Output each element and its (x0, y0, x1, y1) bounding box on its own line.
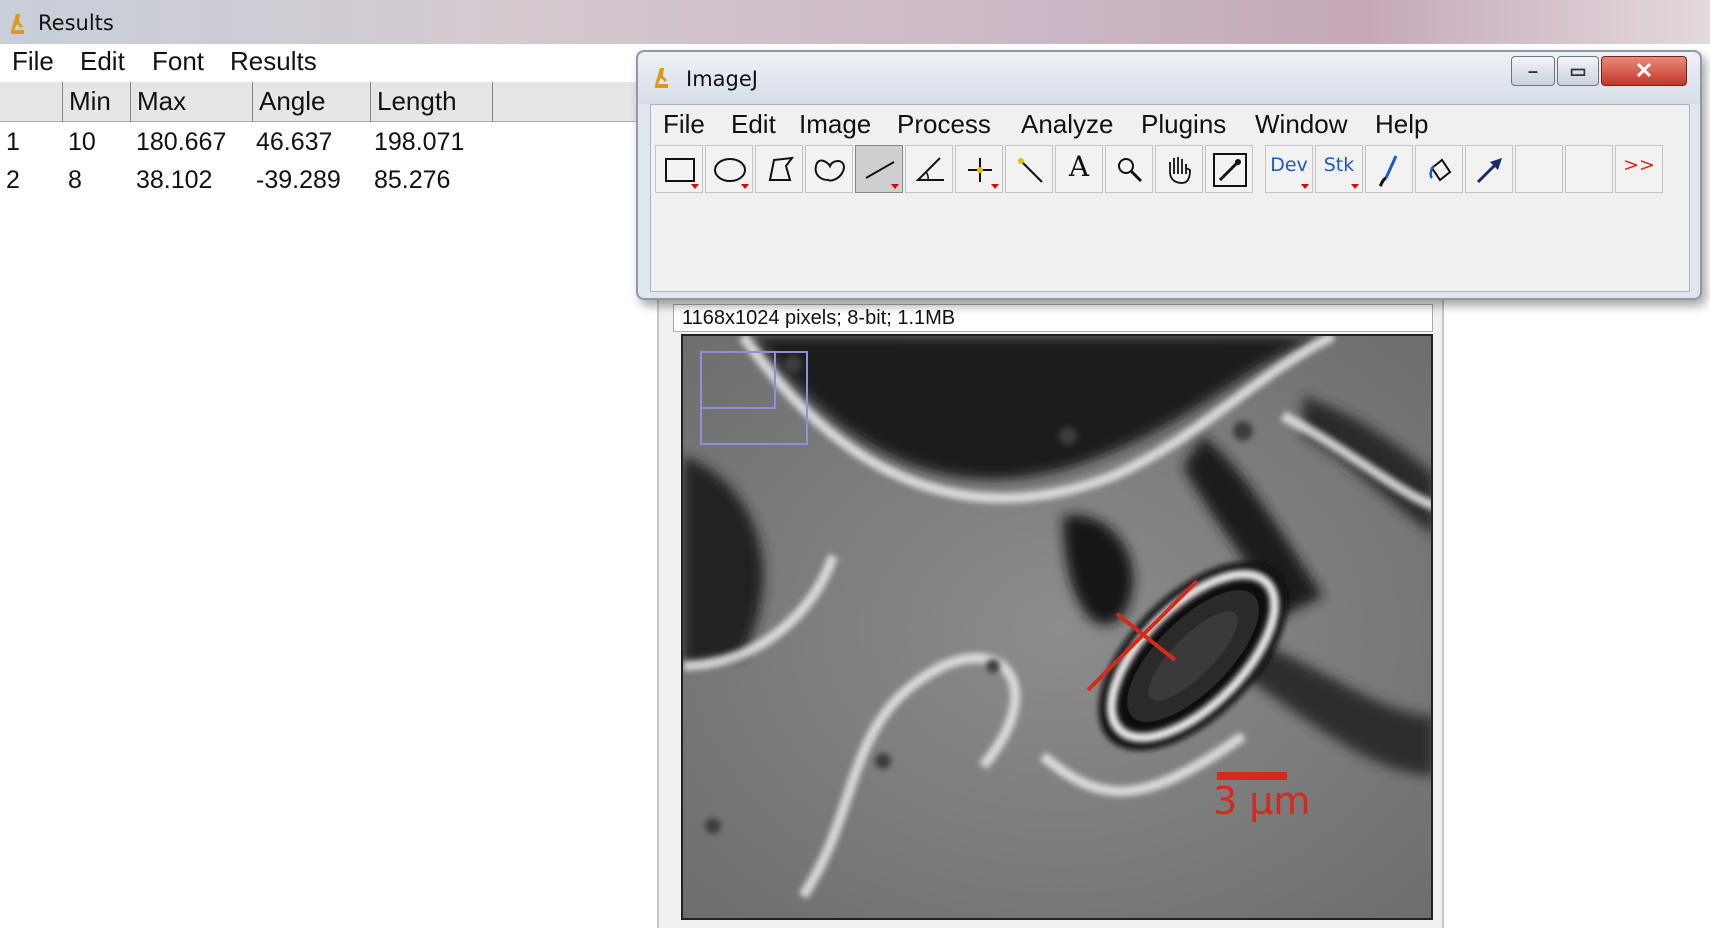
scale-bar-label: 3 μm (1213, 779, 1310, 823)
micrograph: 3 μm (683, 336, 1431, 918)
imagej-menu-image[interactable]: Image (799, 109, 871, 140)
brush-tool[interactable] (1365, 145, 1413, 193)
results-window-title: Results (38, 11, 114, 35)
point-tool[interactable] (955, 145, 1003, 193)
imagej-menu-window[interactable]: Window (1255, 109, 1347, 140)
image-window: 1168x1024 pixels; 8-bit; 1.1MB 3 μm (657, 292, 1444, 928)
close-icon: ✕ (1634, 58, 1654, 83)
maximize-button[interactable]: ▭ (1557, 56, 1599, 86)
imagej-microscope-icon (652, 66, 674, 95)
cell-angle: -39.289 (256, 166, 341, 194)
imagej-window-title: ImageJ (686, 67, 758, 91)
imagej-microscope-icon (8, 12, 30, 41)
column-header-empty (492, 82, 650, 122)
imagej-body: File Edit Image Process Analyze Plugins … (650, 104, 1690, 292)
desktop: Results File Edit Font Results Min Max A… (0, 0, 1710, 928)
color-picker-tool[interactable] (1205, 145, 1253, 193)
minimize-button[interactable]: – (1511, 56, 1555, 86)
column-header-max[interactable]: Max (130, 82, 252, 122)
empty-tool-slot (1515, 145, 1563, 193)
column-header-min[interactable]: Min (62, 82, 130, 122)
text-tool[interactable]: A (1055, 145, 1103, 193)
brush-tool-icon (1378, 155, 1398, 188)
flood-fill-icon (1429, 158, 1452, 182)
image-info-bar: 1168x1024 pixels; 8-bit; 1.1MB (673, 304, 1433, 332)
polygon-select-icon (768, 156, 795, 181)
wand-tool[interactable] (1005, 145, 1053, 193)
angle-tool-icon (915, 157, 944, 181)
hand-tool[interactable] (1155, 145, 1203, 193)
polygon-select-tool[interactable] (755, 145, 803, 193)
color-picker-icon (1213, 153, 1247, 187)
imagej-menu-analyze[interactable]: Analyze (1021, 109, 1114, 140)
hand-tool-icon (1169, 157, 1191, 184)
cell-max: 38.102 (136, 166, 213, 194)
imagej-menu-file[interactable]: File (663, 109, 705, 140)
arrow-tool-icon (1476, 158, 1502, 184)
freehand-select-icon (814, 159, 846, 182)
cell-max: 180.667 (136, 128, 227, 156)
wand-tool-icon (1018, 158, 1043, 183)
results-menu-edit[interactable]: Edit (80, 46, 125, 77)
results-menu-file[interactable]: File (12, 46, 54, 77)
cell-index: 2 (6, 166, 20, 194)
flood-fill-tool[interactable] (1415, 145, 1463, 193)
developer-menu-tool[interactable]: Dev (1265, 145, 1313, 193)
more-tools-button[interactable]: >> (1615, 145, 1663, 193)
minimize-icon: – (1527, 61, 1538, 81)
results-titlebar[interactable]: Results (0, 0, 1710, 44)
cell-length: 85.276 (374, 166, 451, 194)
column-header-index[interactable] (0, 82, 62, 122)
imagej-menu-edit[interactable]: Edit (731, 109, 776, 140)
results-menu-results[interactable]: Results (230, 46, 317, 77)
freehand-select-tool[interactable] (805, 145, 853, 193)
magnifier-icon (1118, 158, 1143, 183)
imagej-window: ImageJ – ▭ ✕ File Edit Image Process Ana… (636, 50, 1702, 300)
column-header-angle[interactable]: Angle (252, 82, 370, 122)
cell-index: 1 (6, 128, 20, 156)
column-header-length[interactable]: Length (370, 82, 492, 122)
cell-min: 8 (68, 166, 82, 194)
oval-select-tool[interactable] (705, 145, 753, 193)
text-tool-icon: A (1068, 150, 1090, 183)
cell-length: 198.071 (374, 128, 465, 156)
cell-angle: 46.637 (256, 128, 333, 156)
line-tool[interactable] (855, 145, 903, 193)
imagej-menu-help[interactable]: Help (1375, 109, 1428, 140)
maximize-icon: ▭ (1569, 61, 1587, 81)
cell-min: 10 (68, 128, 96, 156)
table-row[interactable]: 2 8 38.102 -39.289 85.276 (0, 162, 650, 200)
rectangle-select-tool[interactable] (655, 145, 703, 193)
angle-tool[interactable] (905, 145, 953, 193)
imagej-titlebar[interactable]: ImageJ – ▭ ✕ (638, 52, 1700, 104)
arrow-tool[interactable] (1465, 145, 1513, 193)
imagej-menu-process[interactable]: Process (897, 109, 991, 140)
results-menu-font[interactable]: Font (152, 46, 204, 77)
stack-menu-icon: Stk (1323, 154, 1355, 176)
empty-tool-slot (1565, 145, 1613, 193)
stack-menu-tool[interactable]: Stk (1315, 145, 1363, 193)
table-row[interactable]: 1 10 180.667 46.637 198.071 (0, 124, 650, 162)
developer-menu-icon: Dev (1270, 154, 1308, 176)
results-menubar: File Edit Font Results (0, 44, 650, 82)
image-canvas[interactable]: 3 μm (681, 334, 1433, 920)
magnifier-tool[interactable] (1105, 145, 1153, 193)
close-button[interactable]: ✕ (1601, 56, 1687, 86)
imagej-menu-plugins[interactable]: Plugins (1141, 109, 1226, 140)
more-tools-icon: >> (1623, 154, 1655, 176)
results-table-header: Min Max Angle Length (0, 82, 650, 122)
